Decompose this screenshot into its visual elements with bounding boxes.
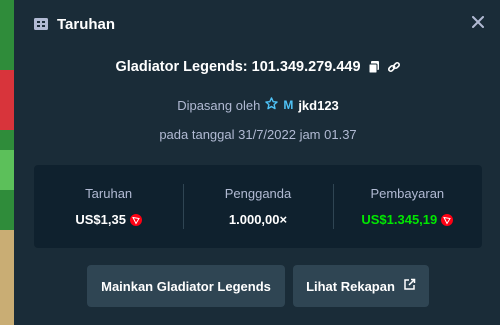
external-link-icon (403, 278, 416, 294)
view-recap-label: Lihat Rekapan (306, 278, 395, 294)
username-link[interactable]: jkd123 (298, 98, 338, 113)
tron-coin-icon (441, 213, 454, 226)
close-icon (472, 16, 484, 28)
stat-label: Pengganda (224, 186, 292, 201)
stat-label: Pembayaran (370, 186, 445, 201)
stat-bet: Taruhan US$1,35 (34, 165, 183, 248)
background-decoration (0, 230, 14, 325)
modal-header: Taruhan (33, 14, 115, 34)
bet-title: Gladiator Legends: 101.349.279.449 (115, 59, 360, 75)
stat-value: 1.000,00× (229, 212, 287, 227)
modal-title: Taruhan (57, 15, 116, 33)
bet-date: pada tanggal 31/7/2022 jam 01.37 (159, 127, 357, 142)
stat-payout: Pembayaran US$1.345,19 (332, 165, 482, 248)
play-game-button[interactable]: Mainkan Gladiator Legends (87, 265, 285, 307)
background-decoration (0, 150, 14, 190)
stat-value: US$1,35 (75, 212, 142, 227)
bet-title-line: Gladiator Legends: 101.349.279.449 (16, 59, 500, 75)
stat-multiplier: Pengganda 1.000,00× (183, 165, 332, 248)
close-button[interactable] (468, 12, 488, 32)
star-icon (265, 97, 279, 113)
background-page-strip (0, 0, 14, 325)
bet-amount: US$1,35 (75, 212, 126, 227)
link-icon[interactable] (387, 60, 401, 74)
multiplier-value: 1.000,00× (228, 212, 288, 227)
tron-coin-icon (129, 213, 142, 226)
payout-amount: US$1.345,19 (361, 212, 438, 227)
background-decoration (0, 70, 14, 130)
vip-badge: M (283, 98, 294, 112)
stat-label: Taruhan (85, 186, 133, 201)
view-recap-button[interactable]: Lihat Rekapan (293, 265, 429, 307)
ticket-icon (33, 16, 49, 32)
game-name: Gladiator Legends: (115, 59, 252, 75)
bet-stats-panel: Taruhan US$1,35 Pengganda 1.000,00× Pemb… (34, 165, 482, 248)
copy-icon[interactable] (367, 60, 381, 74)
bet-modal: Taruhan Gladiator Legends: 101.349.279.4… (16, 0, 500, 325)
play-game-label: Mainkan Gladiator Legends (101, 278, 271, 294)
placed-by-line: Dipasang oleh M jkd123 (16, 97, 500, 113)
stat-value: US$1.345,19 (361, 212, 454, 227)
bet-id: 101.349.279.449 (251, 59, 361, 75)
placed-by-label: Dipasang oleh (177, 97, 261, 113)
